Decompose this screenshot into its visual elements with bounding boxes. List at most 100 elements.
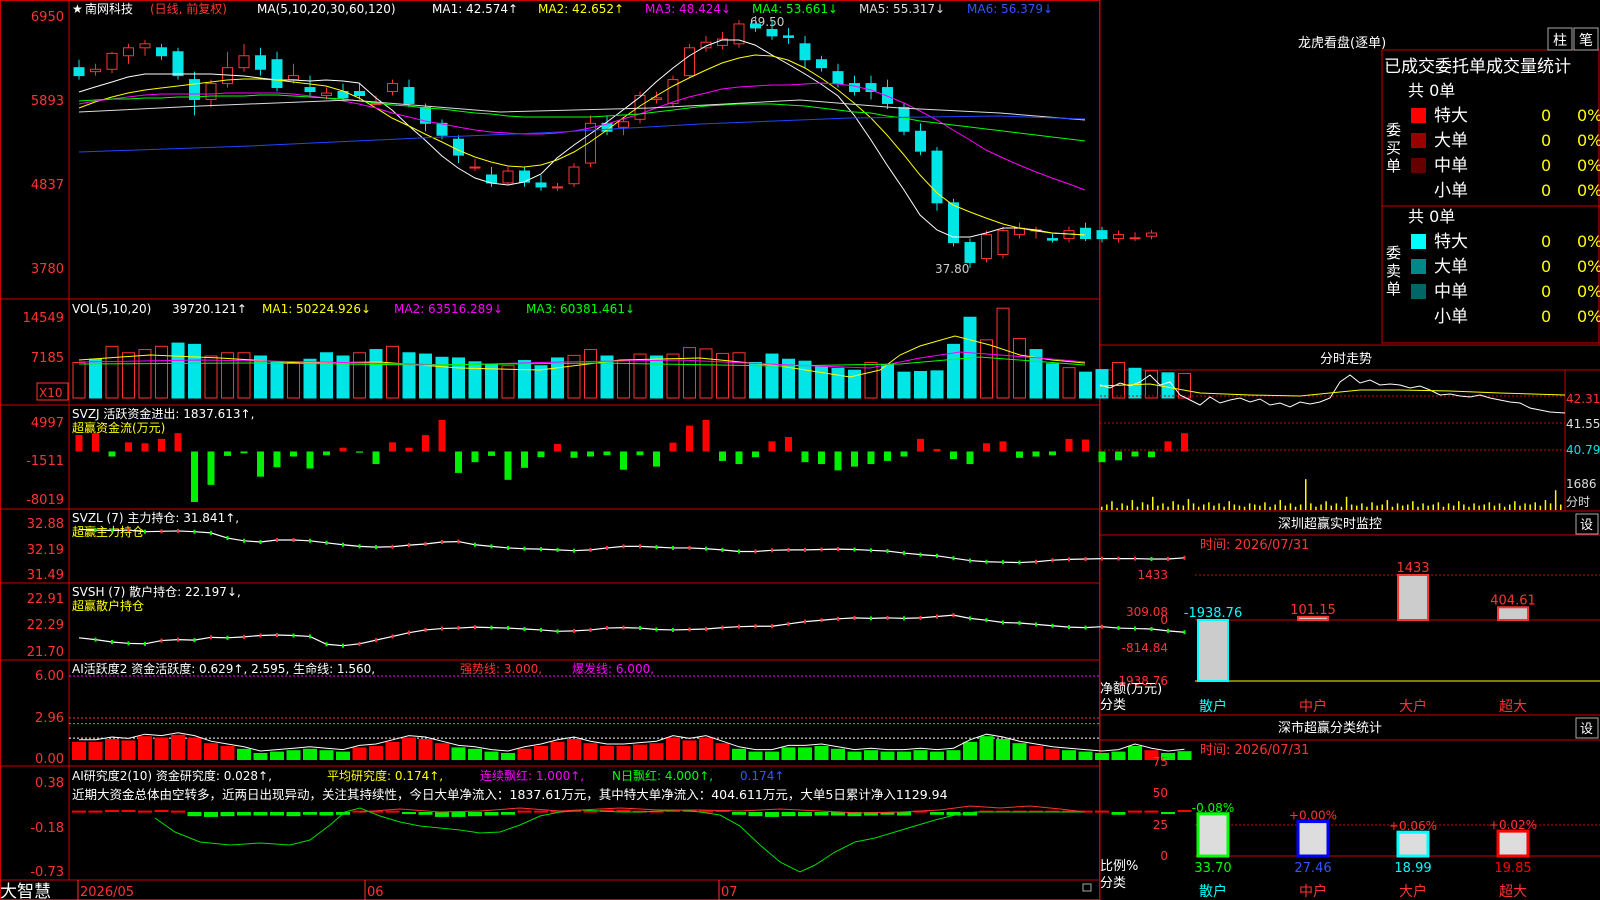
svzj-panel: SVZJ 活跃资金进出: 1837.613↑, 超赢资金流(万元) 4997 -… xyxy=(26,406,1188,508)
activity-bar xyxy=(138,736,152,760)
research-bar xyxy=(451,812,466,817)
holding-tick xyxy=(177,528,179,533)
volume-bar xyxy=(369,349,383,399)
svzj-y-tick: 4997 xyxy=(31,416,64,431)
stats-settings-label[interactable]: 设 xyxy=(1580,722,1593,737)
research-bar xyxy=(1111,812,1126,815)
intraday-volume-bar xyxy=(1233,504,1236,510)
intraday-title: 分时走势 xyxy=(1320,351,1372,367)
ai-active-y-tick: 2.96 xyxy=(35,711,64,726)
intraday-volume-bar xyxy=(1157,505,1159,510)
holding-tick xyxy=(523,546,526,551)
vol-multiplier[interactable]: X10 xyxy=(39,386,63,400)
vol-panel: VOL(5,10,20) 39720.121↑ MA1: 50224.926↓ … xyxy=(23,302,1191,401)
holding-tick xyxy=(259,539,262,544)
monitor-ylabel: 净额(万元) xyxy=(1100,682,1162,697)
activity-bar xyxy=(105,739,119,760)
ma1-label: MA1: 42.574↑ xyxy=(432,2,518,16)
volume-bar xyxy=(683,347,696,399)
candle-body xyxy=(238,55,250,69)
volume-bar xyxy=(897,371,911,399)
monitor-value: -1938.76 xyxy=(1184,606,1242,621)
intraday-volume-bar xyxy=(1554,490,1557,510)
research-bar xyxy=(748,812,763,817)
intraday-volume-bar xyxy=(1248,503,1251,510)
ai-active-y-tick: 0.00 xyxy=(35,752,64,767)
research-bar xyxy=(385,810,400,813)
candle-body xyxy=(552,186,563,189)
volume-bar xyxy=(980,339,993,399)
fund-flow-bar xyxy=(521,451,528,468)
intraday-volume-bar xyxy=(1345,496,1348,510)
holding-tick xyxy=(837,616,839,621)
stats-change: +0.00% xyxy=(1289,809,1337,823)
stock-name[interactable]: 南网科技 xyxy=(85,1,133,16)
holding-tick xyxy=(1167,557,1169,562)
bar-mode-tab-label[interactable]: 柱 xyxy=(1553,33,1567,49)
holding-tick xyxy=(1018,560,1021,565)
stats-y-tick: 75 xyxy=(1153,755,1168,769)
ma2-label: MA2: 42.652↑ xyxy=(538,2,624,16)
holding-tick xyxy=(639,544,641,549)
fund-flow-bar xyxy=(1098,451,1106,463)
vol-y-tick: 7185 xyxy=(31,351,64,366)
intraday-volume-bar xyxy=(1514,501,1516,510)
candle-body xyxy=(304,87,316,93)
holding-tick xyxy=(507,626,509,631)
holding-tick xyxy=(94,637,97,642)
volume-bar xyxy=(122,352,135,399)
holding-tick xyxy=(441,539,443,544)
intraday-volume-bar xyxy=(1299,504,1302,510)
candle-body xyxy=(882,87,893,104)
stats-change: +0.06% xyxy=(1389,819,1437,833)
volume-bar xyxy=(419,353,432,399)
holding-tick xyxy=(144,641,146,646)
holding-tick xyxy=(820,547,823,552)
holding-tick xyxy=(391,634,394,639)
holding-tick xyxy=(127,528,130,533)
activity-bar xyxy=(286,750,301,760)
fund-flow-bar xyxy=(669,442,677,452)
volume-bar xyxy=(518,360,531,399)
fund-flow-bar xyxy=(1049,451,1056,456)
holding-tick xyxy=(408,630,410,635)
activity-bar xyxy=(748,751,763,760)
order-table-title: 已成交委托单成交量统计 xyxy=(1384,57,1571,77)
stats-time: 时间: 2026/07/31 xyxy=(1200,743,1309,758)
favorite-star-icon[interactable]: ★ xyxy=(72,2,83,16)
research-bar xyxy=(1161,812,1175,815)
svzj-subtitle: 超赢资金流(万元) xyxy=(72,420,165,435)
monitor-settings-label[interactable]: 设 xyxy=(1580,518,1593,533)
ma6-label: MA6: 56.379↓ xyxy=(967,2,1053,16)
research-bar xyxy=(154,809,169,812)
stats-bar xyxy=(1496,829,1530,858)
fund-flow-bar xyxy=(554,443,561,452)
activity-bar xyxy=(336,751,350,760)
stats-category: 超大 xyxy=(1499,884,1527,900)
holding-tick xyxy=(474,542,476,547)
sell-row-count: 0 xyxy=(1541,307,1551,326)
fund-flow-bar xyxy=(917,438,924,452)
lock-icon[interactable] xyxy=(1082,883,1092,892)
sell-row-name: 中单 xyxy=(1434,282,1468,302)
intraday-volume-bar xyxy=(1192,503,1195,510)
fund-flow-bar xyxy=(273,451,281,468)
holding-tick xyxy=(705,627,707,632)
ai-active-header: AI活跃度2 资金活跃度: 0.629↑, 2.595, 生命线: 1.560, xyxy=(72,661,375,676)
holding-tick xyxy=(903,551,905,556)
activity-bar xyxy=(204,743,218,760)
brand-logo[interactable]: 大智慧 xyxy=(0,882,51,900)
sell-side-label-b: 卖 xyxy=(1386,262,1401,280)
holding-tick xyxy=(573,548,575,553)
holding-tick xyxy=(936,614,938,619)
volume-bar xyxy=(732,352,746,399)
volume-bar xyxy=(188,343,201,399)
holding-tick xyxy=(1051,623,1054,628)
intraday-volume-bar xyxy=(1320,504,1322,510)
monitor-value: 1433 xyxy=(1396,561,1429,576)
buy-row-count: 0 xyxy=(1541,156,1551,175)
fund-flow-bar xyxy=(785,436,792,452)
pen-mode-tab-label[interactable]: 笔 xyxy=(1579,33,1593,49)
svsh-subtitle: 超赢散户持仓 xyxy=(72,598,144,613)
holding-tick xyxy=(490,544,493,549)
